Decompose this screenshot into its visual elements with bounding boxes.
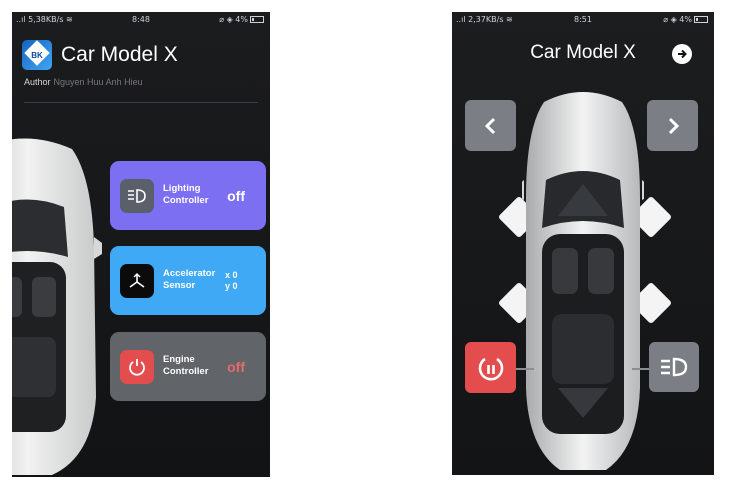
accelerator-label: Accelerator Sensor xyxy=(163,268,216,291)
car-image xyxy=(12,138,102,475)
power-icon xyxy=(120,350,154,384)
headlight-button[interactable] xyxy=(649,342,699,392)
chevron-left-icon xyxy=(484,117,495,134)
steer-right-button[interactable] xyxy=(647,100,698,151)
app-title: Car Model X xyxy=(61,43,178,66)
lighting-controller-card[interactable]: Lighting Controller off xyxy=(110,161,266,230)
accelerator-values: x 0 y 0 xyxy=(225,270,238,292)
steer-left-button[interactable] xyxy=(465,100,516,151)
accel-y-value: y 0 xyxy=(225,281,238,291)
connector-line xyxy=(632,368,650,370)
connector-line xyxy=(516,368,534,370)
axes-icon xyxy=(120,264,154,298)
engine-state: off xyxy=(227,359,245,375)
lighting-state: off xyxy=(227,188,245,204)
status-bar: ..ıl 2,37KB/s ≋ 8:51 ⌀ ◈ 4% xyxy=(452,12,714,28)
lighting-label: Lighting Controller xyxy=(163,183,209,206)
accelerator-sensor-card[interactable]: Accelerator Sensor x 0 y 0 xyxy=(110,246,266,315)
header-divider xyxy=(24,102,258,103)
battery-icon xyxy=(250,16,264,23)
status-icons: ⌀ ◈ 4% xyxy=(219,15,264,24)
accel-x-value: x 0 xyxy=(225,270,238,280)
headlight-icon xyxy=(661,357,688,377)
phone-screen-control: ..ıl 2,37KB/s ≋ 8:51 ⌀ ◈ 4% Car Model X xyxy=(452,12,714,475)
car-image xyxy=(522,92,644,470)
author-name: Nguyen Huu Anh Hieu xyxy=(53,77,143,87)
app-logo: BK xyxy=(22,40,52,70)
logo-text: BK xyxy=(31,51,43,60)
phone-screen-home: ..ıl 5,38KB/s ≋ 8:48 ⌀ ◈ 4% BK Car Model… xyxy=(12,12,270,477)
author-line: Author Nguyen Huu Anh Hieu xyxy=(24,77,143,87)
chevron-right-icon xyxy=(668,117,679,134)
status-icons: ⌀ ◈ 4% xyxy=(663,15,708,24)
power-icon xyxy=(478,357,503,380)
engine-controller-card[interactable]: Engine Controller off xyxy=(110,332,266,401)
status-bar: ..ıl 5,38KB/s ≋ 8:48 ⌀ ◈ 4% xyxy=(12,12,270,28)
engine-label: Engine Controller xyxy=(163,354,209,377)
headlight-icon xyxy=(120,179,154,213)
engine-power-button[interactable] xyxy=(465,342,516,393)
battery-icon xyxy=(694,16,708,23)
arrow-right-circle-icon[interactable] xyxy=(672,44,692,64)
author-label: Author xyxy=(24,77,51,87)
